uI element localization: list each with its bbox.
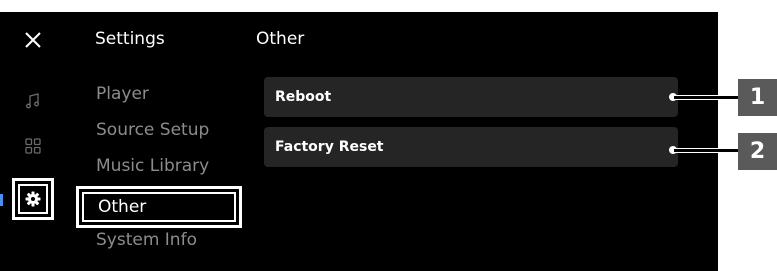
settings-title: Settings bbox=[95, 29, 165, 49]
settings-rail-button[interactable] bbox=[12, 178, 54, 220]
menu-item-other[interactable]: Other bbox=[76, 186, 242, 228]
music-note-icon[interactable] bbox=[24, 92, 42, 110]
grid-icon[interactable] bbox=[24, 137, 42, 155]
close-icon[interactable] bbox=[23, 30, 43, 50]
selection-indicator bbox=[0, 194, 3, 206]
reboot-button[interactable]: Reboot bbox=[264, 77, 678, 117]
callout-2-line bbox=[674, 148, 738, 153]
menu-item-music-library[interactable]: Music Library bbox=[96, 156, 209, 176]
section-title: Other bbox=[256, 29, 305, 49]
callout-2-badge: 2 bbox=[738, 133, 777, 170]
settings-rail-highlight bbox=[18, 184, 48, 214]
menu-item-player[interactable]: Player bbox=[96, 84, 149, 104]
menu-item-source-setup[interactable]: Source Setup bbox=[96, 120, 209, 140]
callout-1-badge: 1 bbox=[738, 79, 777, 116]
device-screen: Settings Other Player Source Setup Music… bbox=[0, 12, 718, 271]
menu-item-other-label: Other bbox=[82, 192, 236, 222]
gear-icon bbox=[25, 191, 41, 207]
menu-item-system-info[interactable]: System Info bbox=[96, 230, 197, 250]
page: Settings Other Player Source Setup Music… bbox=[0, 0, 777, 271]
callout-1-line bbox=[674, 95, 738, 100]
factory-reset-button[interactable]: Factory Reset bbox=[264, 127, 678, 167]
